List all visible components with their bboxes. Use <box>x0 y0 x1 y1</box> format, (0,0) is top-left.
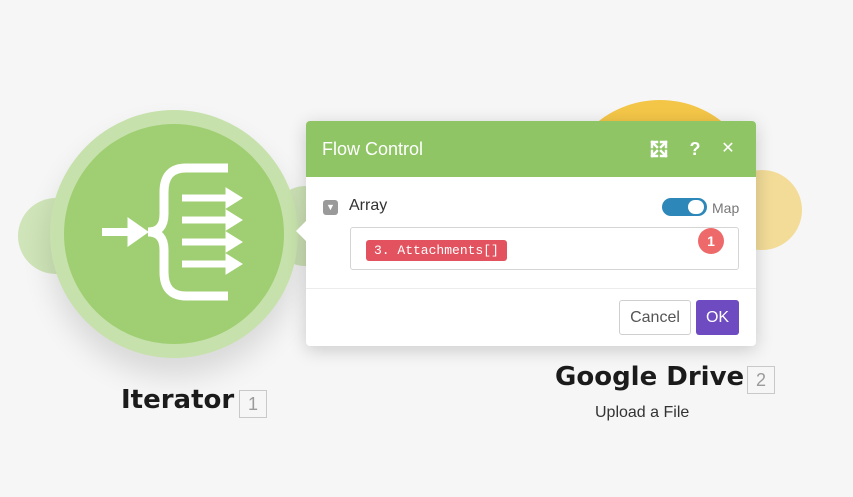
google-drive-module-number: 2 <box>747 366 775 394</box>
collapse-field-icon[interactable]: ▼ <box>323 200 338 215</box>
iterator-icon <box>102 163 243 301</box>
cancel-button[interactable]: Cancel <box>619 300 691 335</box>
mapped-value-pill[interactable]: 3. Attachments[] <box>366 240 507 261</box>
expand-icon[interactable] <box>647 137 671 161</box>
help-icon[interactable]: ? <box>683 137 707 161</box>
dialog-footer-divider <box>306 288 756 289</box>
google-drive-title: Google Drive <box>555 362 745 392</box>
array-input[interactable]: 3. Attachments[] <box>350 227 739 270</box>
map-toggle-label: Map <box>712 200 740 216</box>
map-toggle[interactable] <box>662 198 707 216</box>
flow-control-dialog: Flow Control ? ✕ ▼ Array Map 3. Attachme… <box>296 121 756 346</box>
step-badge: 1 <box>698 228 724 254</box>
array-field-label: Array <box>349 197 388 214</box>
close-icon[interactable]: ✕ <box>716 137 740 161</box>
dialog-header: Flow Control ? ✕ <box>306 121 756 177</box>
ok-button[interactable]: OK <box>696 300 739 335</box>
iterator-title: Iterator <box>121 385 235 415</box>
dialog-title: Flow Control <box>322 139 424 159</box>
dialog-pointer <box>296 221 306 241</box>
google-drive-subtitle: Upload a File <box>595 404 690 421</box>
iterator-module-number: 1 <box>239 390 267 418</box>
map-toggle-knob <box>688 200 704 214</box>
